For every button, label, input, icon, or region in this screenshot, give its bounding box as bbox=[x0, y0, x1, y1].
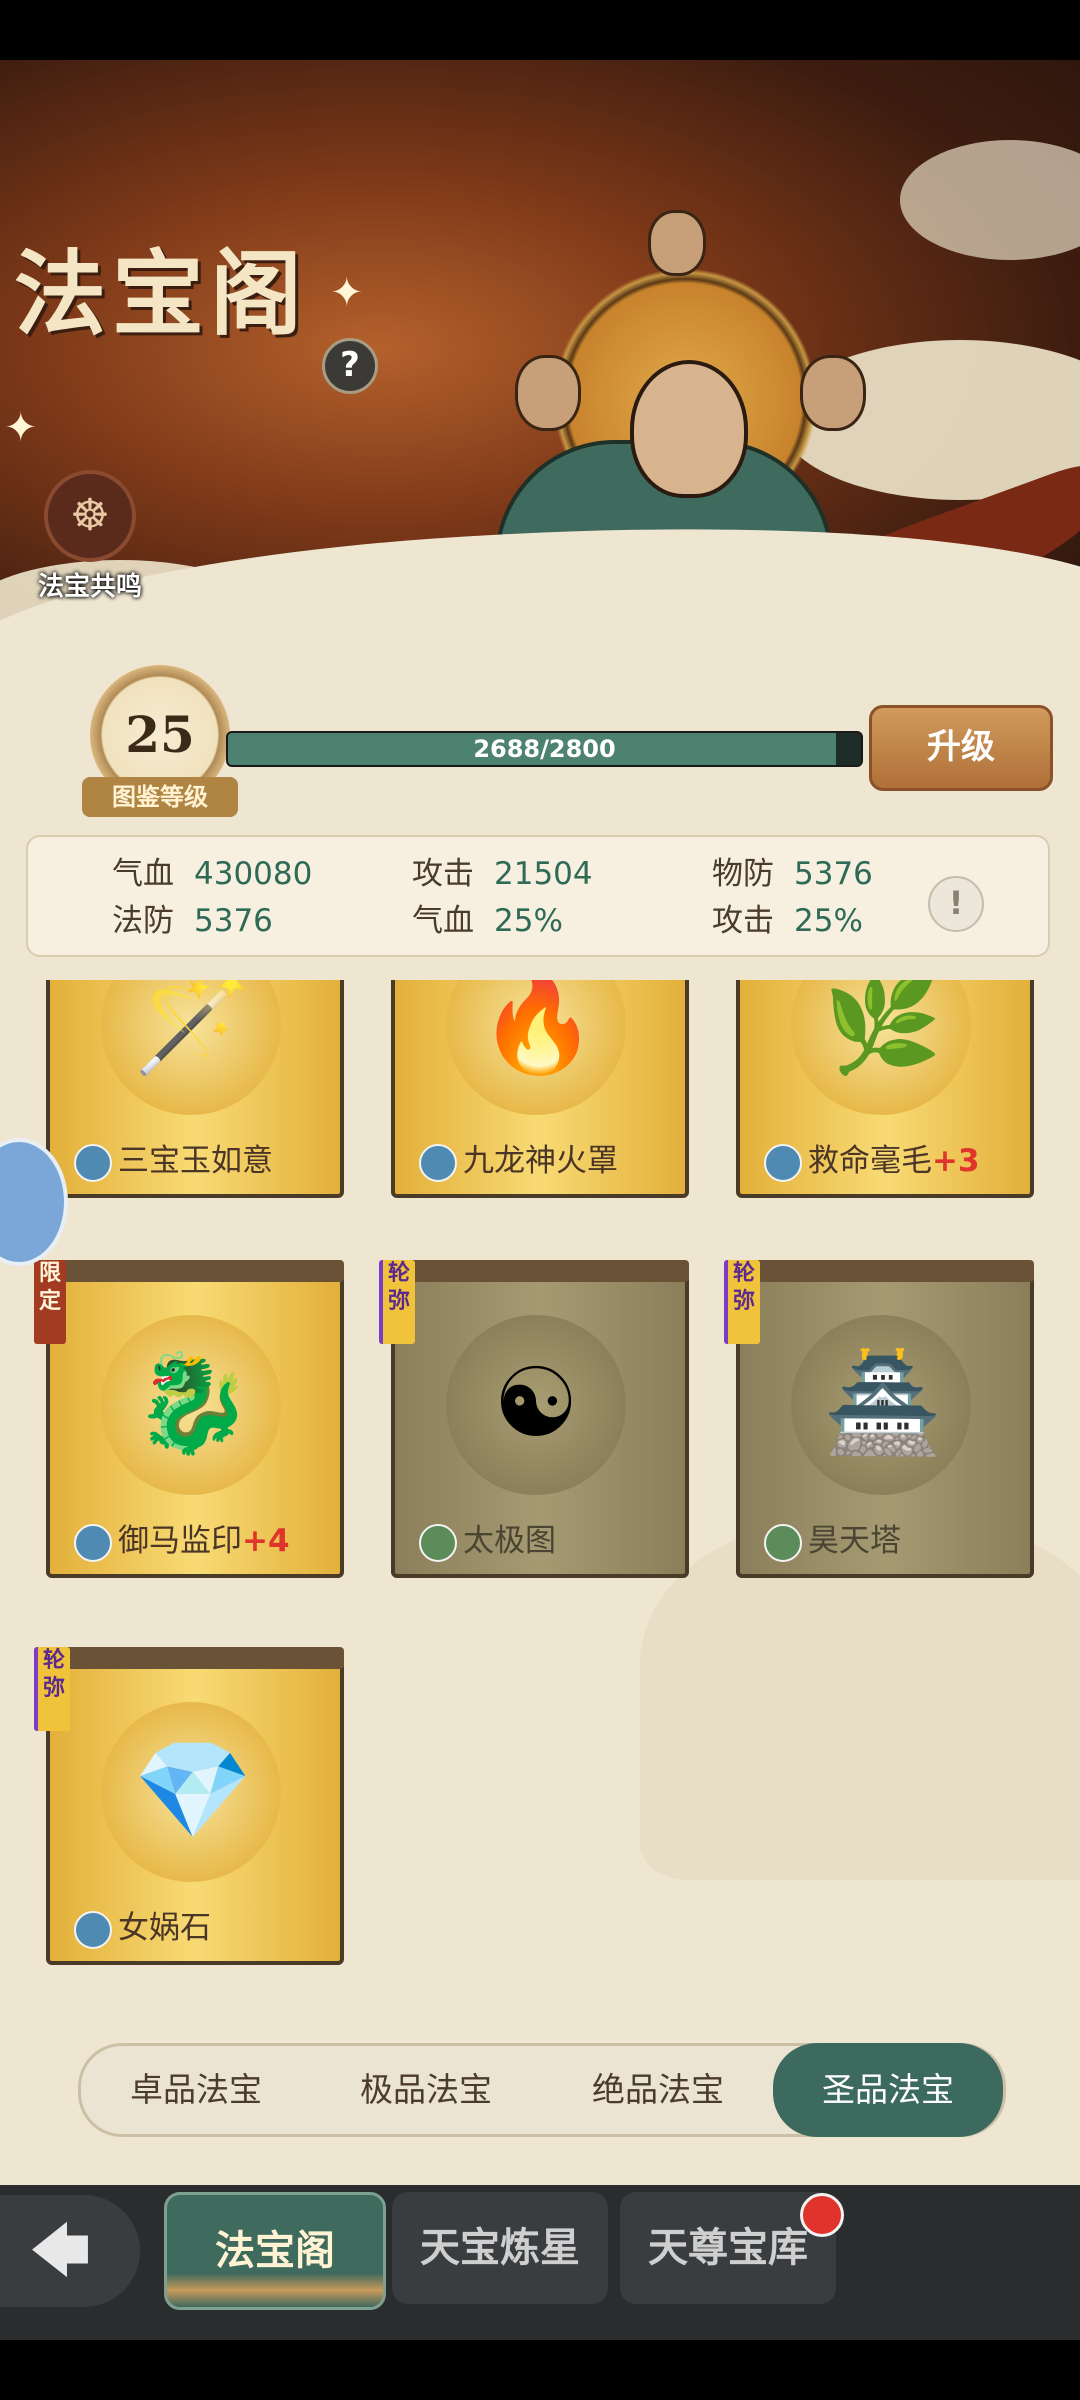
rank-tag: 轮弥 bbox=[379, 1260, 415, 1344]
mask-left-icon bbox=[515, 355, 581, 431]
treasure-name: 九龙神火罩 bbox=[463, 1143, 618, 1179]
crystal-icon: 💎 bbox=[133, 1734, 253, 1846]
taiji-icon: ☯ bbox=[492, 1347, 580, 1459]
nav-tianbao-lianxing[interactable]: 天宝炼星 bbox=[392, 2192, 608, 2304]
stat-phys-def: 物防 5376 bbox=[712, 856, 873, 892]
stat-attack-percent: 攻击 25% bbox=[712, 903, 863, 939]
tab-sheng[interactable]: 圣品法宝 bbox=[773, 2043, 1003, 2137]
treasure-card[interactable]: 🐉 御马监印+4 限定 bbox=[34, 1260, 344, 1580]
stat-magic-def: 法防 5376 bbox=[112, 903, 273, 939]
tab-jue[interactable]: 绝品法宝 bbox=[543, 2046, 773, 2134]
treasure-card[interactable]: 🪄 三宝玉如意 bbox=[38, 980, 344, 1200]
leaf-icon bbox=[764, 1523, 802, 1562]
tab-ji[interactable]: 极品法宝 bbox=[311, 2046, 541, 2134]
treasure-plus: +3 bbox=[932, 1143, 980, 1179]
treasure-name: 太极图 bbox=[463, 1523, 556, 1559]
treasure-name: 三宝玉如意 bbox=[118, 1143, 273, 1179]
sparkle-icon: ✦ bbox=[330, 270, 364, 316]
banner-artwork bbox=[0, 60, 1080, 700]
monk-head bbox=[630, 360, 748, 498]
stat-attack: 攻击 21504 bbox=[412, 856, 593, 892]
gem-icon bbox=[74, 1523, 112, 1562]
treasure-name: 救命毫毛 bbox=[808, 1143, 932, 1179]
stat-hp-percent: 气血 25% bbox=[412, 903, 563, 939]
notification-dot-icon bbox=[800, 2193, 844, 2237]
upgrade-button[interactable]: 升级 bbox=[869, 705, 1053, 791]
nav-fabaoge[interactable]: 法宝阁 bbox=[164, 2192, 386, 2310]
treasure-card[interactable]: ☯ 太极图 轮弥 bbox=[379, 1260, 689, 1580]
xp-progress-text: 2688/2800 bbox=[473, 735, 616, 763]
back-arrow-icon[interactable]: 🡄 bbox=[0, 2195, 140, 2307]
help-button[interactable]: ? bbox=[322, 338, 378, 394]
buddha-statue-icon bbox=[648, 210, 706, 276]
treasure-grid: 🪄 三宝玉如意 🔥 九龙神火罩 🌿 救命毫毛+3 🐉 御马监印+4 限定 ☯ 太… bbox=[0, 980, 1080, 2030]
rank-tag: 轮弥 bbox=[34, 1647, 70, 1731]
treasure-card[interactable]: 💎 女娲石 轮弥 bbox=[34, 1647, 344, 1967]
fire-cover-icon: 🔥 bbox=[478, 980, 598, 1079]
page-title-wrap: 法宝阁 bbox=[14, 220, 308, 353]
gem-icon bbox=[419, 1143, 457, 1182]
leaf-icon bbox=[419, 1523, 457, 1562]
gem-icon bbox=[74, 1143, 112, 1182]
gem-icon bbox=[764, 1143, 802, 1182]
stat-hp: 气血 430080 bbox=[112, 856, 313, 892]
treasure-card[interactable]: 🌿 救命毫毛+3 bbox=[728, 980, 1034, 1200]
seal-icon: 🐉 bbox=[133, 1347, 253, 1459]
mask-right-icon bbox=[800, 355, 866, 431]
ruyi-icon: 🪄 bbox=[133, 980, 253, 1079]
treasure-card[interactable]: 🔥 九龙神火罩 bbox=[383, 980, 689, 1200]
resonance-button[interactable]: ☸ 法宝共鸣 bbox=[30, 470, 150, 603]
resonance-label: 法宝共鸣 bbox=[37, 572, 142, 602]
page-title: 法宝阁 bbox=[14, 240, 309, 348]
status-bar bbox=[0, 0, 1080, 60]
treasure-card[interactable]: 🏯 昊天塔 轮弥 bbox=[724, 1260, 1034, 1580]
pagoda-icon: 🏯 bbox=[823, 1347, 943, 1459]
treasure-plus: +4 bbox=[242, 1523, 290, 1559]
level-caption: 图鉴等级 bbox=[82, 777, 238, 817]
gem-icon bbox=[74, 1910, 112, 1949]
grade-tabbar: 卓品法宝 极品法宝 绝品法宝 圣品法宝 bbox=[78, 2043, 1006, 2137]
xp-progress-bar: 2688/2800 bbox=[226, 731, 863, 767]
treasure-name: 昊天塔 bbox=[808, 1523, 901, 1559]
hair-icon: 🌿 bbox=[823, 980, 943, 1079]
tab-zhuo[interactable]: 卓品法宝 bbox=[81, 2046, 311, 2134]
info-icon[interactable]: ! bbox=[928, 876, 984, 932]
bag-icon: ☸ bbox=[44, 470, 136, 562]
treasure-name: 御马监印 bbox=[118, 1523, 242, 1559]
collection-level-badge: 25 图鉴等级 bbox=[82, 665, 238, 817]
sparkle-icon: ✦ bbox=[4, 405, 38, 451]
treasure-name: 女娲石 bbox=[118, 1910, 211, 1946]
system-nav-bar bbox=[0, 2340, 1080, 2400]
limited-tag: 限定 bbox=[34, 1260, 66, 1344]
rank-tag: 轮弥 bbox=[724, 1260, 760, 1344]
